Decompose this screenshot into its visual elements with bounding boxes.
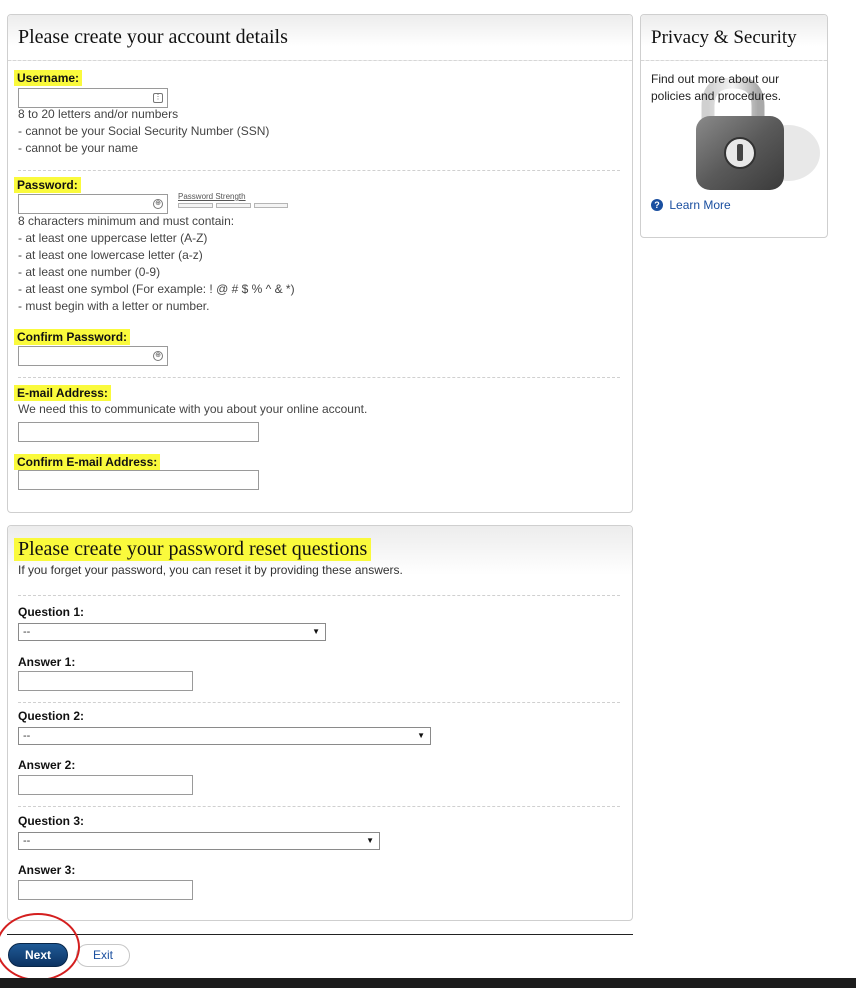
privacy-title: Privacy & Security <box>651 27 797 48</box>
learn-more-label: Learn More <box>669 197 731 212</box>
exit-button[interactable]: Exit <box>76 944 130 967</box>
account-details-title: Please create your account details <box>18 26 288 48</box>
question2-select[interactable]: -- ▼ <box>18 727 431 745</box>
question3-label: Question 3: <box>18 814 85 828</box>
email-hint: We need this to communicate with you abo… <box>18 402 368 416</box>
question1-label: Question 1: <box>18 605 85 619</box>
help-icon: ? <box>651 198 663 211</box>
password-strength-bar-2 <box>216 203 251 208</box>
privacy-text-line2: policies and procedures. <box>651 89 782 103</box>
chevron-down-icon: ▼ <box>312 627 320 636</box>
username-label: Username: <box>14 70 83 86</box>
password-hint-3: - at least one lowercase letter (a-z) <box>18 248 203 262</box>
username-field-icon: ⋮ <box>153 93 163 103</box>
email-label: E-mail Address: <box>14 385 111 401</box>
question3-select[interactable]: -- ▼ <box>18 832 380 850</box>
answer1-label: Answer 1: <box>18 655 76 669</box>
question2-value: -- <box>23 730 31 742</box>
confirm-email-input[interactable] <box>18 470 259 490</box>
password-hint-2: - at least one uppercase letter (A-Z) <box>18 231 208 245</box>
question3-value: -- <box>23 835 31 847</box>
password-input[interactable] <box>18 194 168 214</box>
answer3-label: Answer 3: <box>18 863 76 877</box>
taskbar <box>0 978 856 988</box>
reset-questions-panel <box>7 525 633 921</box>
learn-more-link[interactable]: ? Learn More <box>651 197 731 212</box>
reset-questions-header <box>8 526 632 596</box>
reset-questions-subtitle: If you forget your password, you can res… <box>18 563 403 577</box>
password-hint-1: 8 characters minimum and must contain: <box>18 214 235 228</box>
answer2-input[interactable] <box>18 775 193 795</box>
username-hint-2: - cannot be your Social Security Number … <box>18 124 270 138</box>
annotation-circle <box>0 913 80 981</box>
reset-divider-1 <box>18 702 620 703</box>
username-hint-3: - cannot be your name <box>18 141 139 155</box>
question2-label: Question 2: <box>18 709 85 723</box>
password-label: Password: <box>14 177 81 193</box>
question1-select[interactable]: -- ▼ <box>18 623 326 641</box>
answer1-input[interactable] <box>18 671 193 691</box>
password-hint-6: - must begin with a letter or number. <box>18 299 210 313</box>
password-hint-5: - at least one symbol (For example: ! @ … <box>18 282 295 296</box>
confirm-password-visibility-icon[interactable]: ⊕ <box>153 351 163 361</box>
account-divider-1 <box>18 170 620 171</box>
privacy-text-line1: Find out more about our <box>651 72 780 86</box>
password-visibility-icon[interactable]: ⊕ <box>153 199 163 209</box>
password-strength-bar-1 <box>178 203 213 208</box>
question1-value: -- <box>23 626 31 638</box>
password-strength-bar-3 <box>254 203 288 208</box>
footer-rule <box>7 934 633 935</box>
answer3-input[interactable] <box>18 880 193 900</box>
chevron-down-icon: ▼ <box>366 836 374 845</box>
reset-divider-2 <box>18 806 620 807</box>
password-strength-label: Password Strength <box>178 192 246 201</box>
chevron-down-icon: ▼ <box>417 731 425 740</box>
answer2-label: Answer 2: <box>18 758 76 772</box>
email-input[interactable] <box>18 422 259 442</box>
reset-questions-title: Please create your password reset questi… <box>14 538 372 561</box>
username-hint-1: 8 to 20 letters and/or numbers <box>18 107 179 121</box>
password-hint-4: - at least one number (0-9) <box>18 265 161 279</box>
confirm-email-label: Confirm E-mail Address: <box>14 454 161 470</box>
confirm-password-input[interactable] <box>18 346 168 366</box>
reset-divider-top <box>18 595 620 596</box>
confirm-password-label: Confirm Password: <box>14 329 131 345</box>
username-input[interactable] <box>18 88 168 108</box>
account-divider-2 <box>18 377 620 378</box>
